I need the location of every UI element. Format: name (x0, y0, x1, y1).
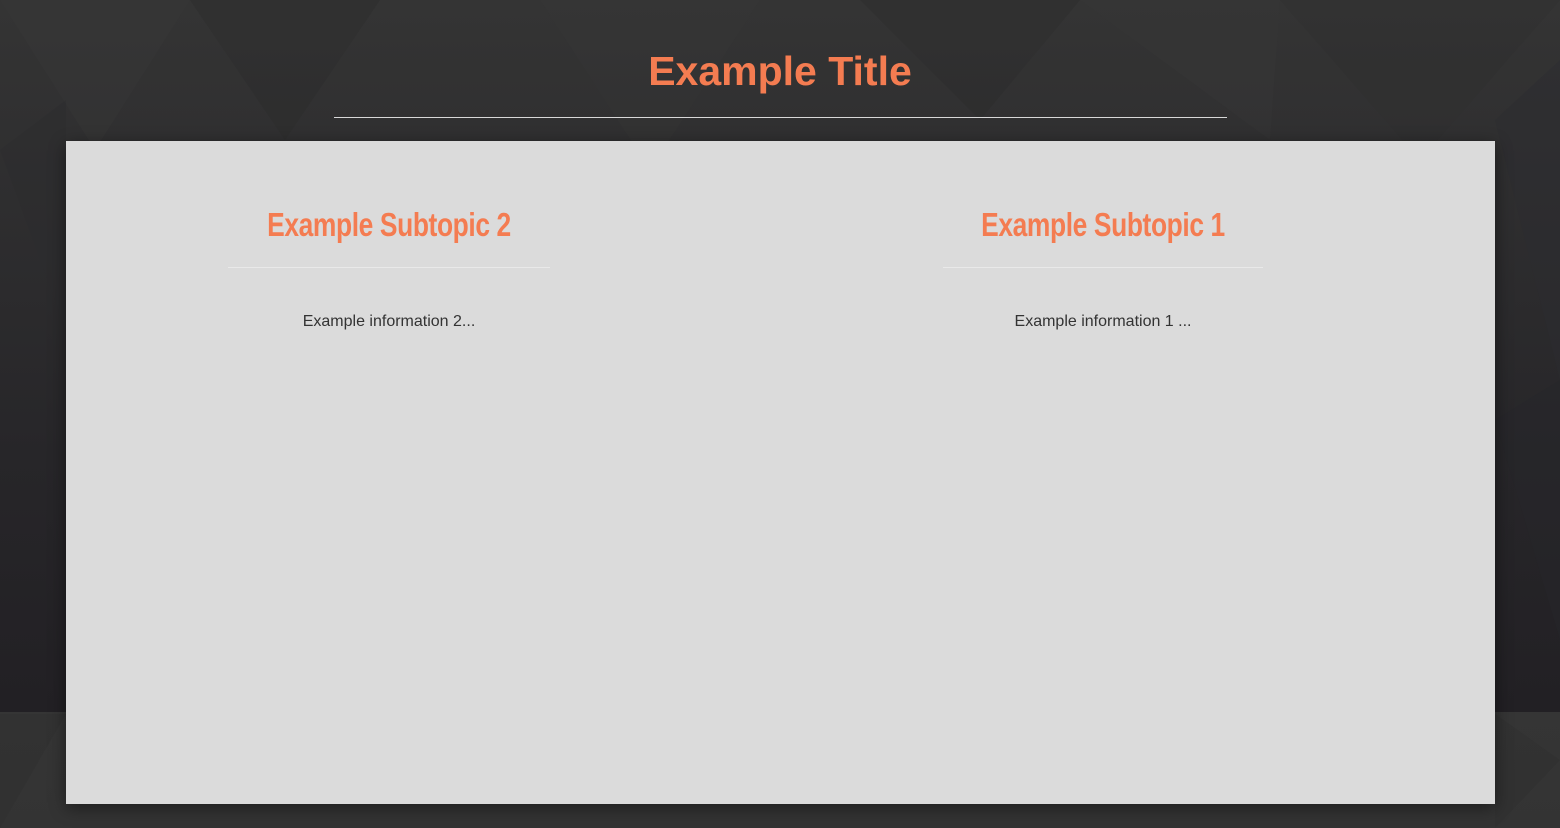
page-title: Example Title (648, 48, 912, 94)
subtopic-2-info: Example information 2... (302, 313, 476, 330)
subtopic-2-section: Example Subtopic 2 Example information 2… (228, 141, 550, 804)
subtopic-1-heading: Example Subtopic 1 (981, 206, 1225, 243)
subtopic-1-section: Example Subtopic 1 Example information 1… (943, 141, 1263, 804)
title-divider (334, 117, 1227, 118)
content-panel: Example Subtopic 2 Example information 2… (66, 141, 1495, 804)
subtopic-1-info: Example information 1 ... (1014, 313, 1192, 330)
subtopic-2-divider (228, 267, 550, 268)
page-header: Example Title (0, 0, 1560, 140)
subtopic-1-divider (943, 267, 1263, 268)
subtopic-2-heading: Example Subtopic 2 (267, 206, 511, 243)
